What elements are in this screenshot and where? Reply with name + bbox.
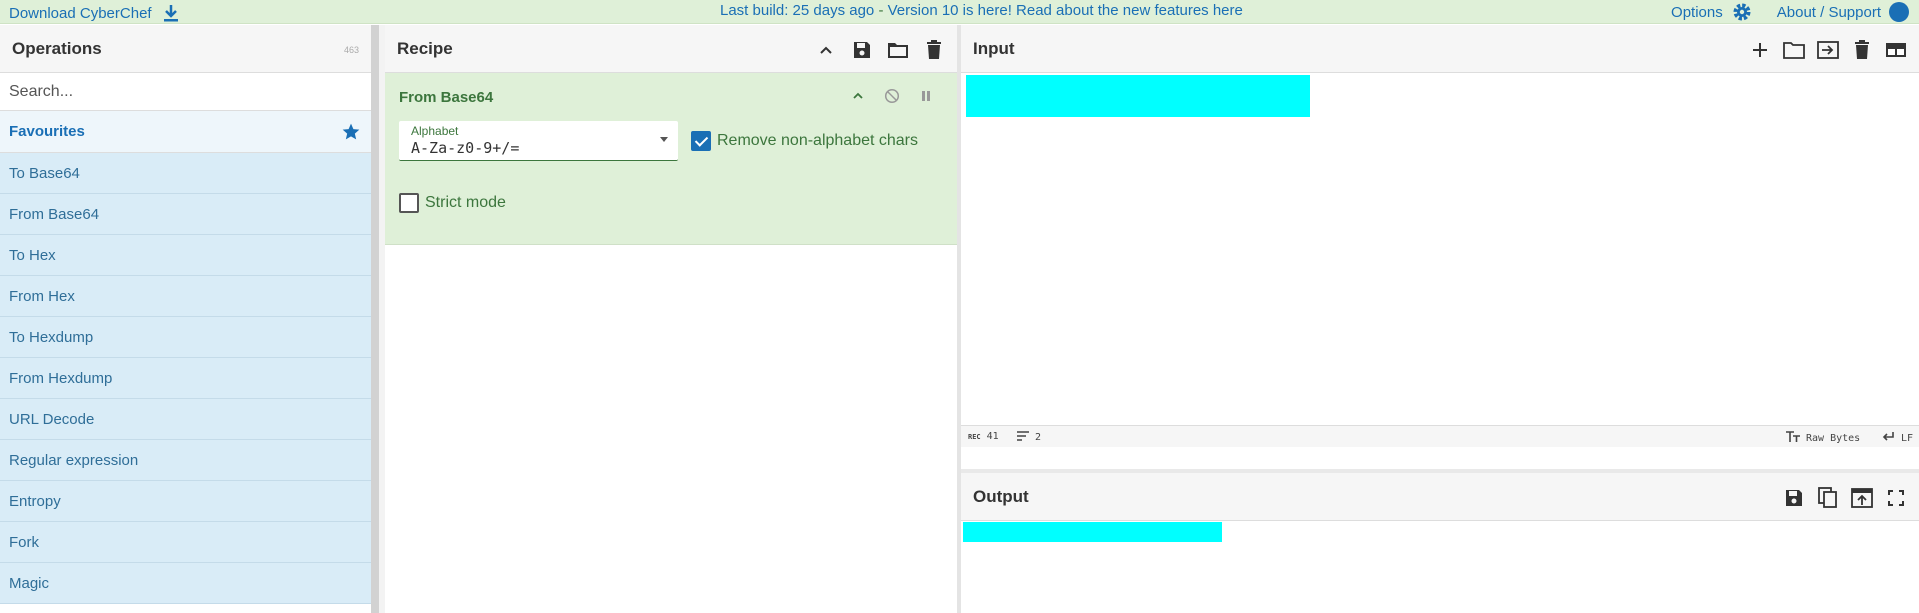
recipe-title: Recipe: [397, 38, 453, 58]
help-icon[interactable]: ?: [1889, 2, 1909, 22]
input-lines-stat: 2: [1017, 431, 1041, 444]
operations-list: To Base64 From Base64 To Hex From Hex To Hex…: [0, 153, 371, 604]
operation-item[interactable]: Magic: [0, 563, 371, 604]
input-toolbar: [1749, 39, 1907, 61]
build-separator: -: [874, 2, 888, 19]
operation-item[interactable]: From Base64: [0, 194, 371, 235]
lines-icon: [1017, 431, 1029, 444]
text-format-icon[interactable]: [1786, 431, 1800, 446]
input-pane: Input REC 41 2 Raw Bytes LF: [961, 25, 1919, 447]
ingredient-title: From Base64: [399, 89, 494, 106]
recipe-operation-from-base64: From Base64 Alphabet A-Za-z0-9+/= Remove…: [385, 73, 957, 245]
return-icon[interactable]: [1881, 431, 1895, 446]
encoding-value[interactable]: Raw Bytes: [1806, 433, 1860, 444]
alphabet-value: A-Za-z0-9+/=: [411, 139, 520, 157]
output-header: Output: [961, 473, 1919, 521]
encoding-selector[interactable]: Raw Bytes: [1786, 431, 1860, 446]
operations-header: Operations 463: [0, 25, 371, 73]
here-link[interactable]: here: [1213, 2, 1243, 19]
operations-resize-gutter[interactable]: [371, 25, 385, 613]
strict-mode-label: Strict mode: [425, 194, 506, 211]
top-banner: Download CyberChef Last build: 25 days a…: [0, 0, 1919, 24]
checkbox-checked-icon[interactable]: [691, 131, 711, 151]
favourites-label: Favourites: [9, 123, 85, 140]
chevron-up-icon[interactable]: [847, 85, 869, 107]
disable-icon[interactable]: [881, 85, 903, 107]
operation-item[interactable]: Entropy: [0, 481, 371, 522]
input-length-value: 41: [986, 431, 999, 442]
operation-item[interactable]: Regular expression: [0, 440, 371, 481]
output-pane: Output: [961, 473, 1919, 613]
input-lines-value: 2: [1035, 432, 1042, 443]
download-icon[interactable]: [160, 2, 182, 24]
input-text-highlight[interactable]: [966, 75, 1310, 117]
build-text: Last build: 25 days ago: [720, 2, 875, 19]
maximise-icon[interactable]: [1885, 487, 1907, 509]
search-box: [0, 73, 371, 111]
open-folder-icon[interactable]: [1783, 39, 1805, 61]
recipe-header: Recipe: [385, 25, 957, 73]
build-notice: Last build: 25 days ago - Version 10 is …: [720, 2, 1243, 19]
eol-selector[interactable]: LF: [1881, 431, 1913, 446]
options-label[interactable]: Options: [1671, 4, 1723, 21]
operation-item[interactable]: From Hexdump: [0, 358, 371, 399]
operations-count: 463: [343, 45, 359, 55]
clear-recipe-icon[interactable]: [923, 39, 945, 61]
download-link[interactable]: Download CyberChef: [9, 2, 182, 24]
open-file-icon[interactable]: [1817, 39, 1839, 61]
add-tab-icon[interactable]: [1749, 39, 1771, 61]
operations-title: Operations: [12, 38, 102, 58]
output-toolbar: [1783, 487, 1907, 509]
reset-layout-icon[interactable]: [1885, 39, 1907, 61]
alphabet-select[interactable]: Alphabet A-Za-z0-9+/=: [399, 121, 678, 161]
operation-item[interactable]: To Base64: [0, 153, 371, 194]
favourites-category[interactable]: Favourites: [0, 111, 371, 153]
output-text-highlight[interactable]: [963, 522, 1222, 542]
operation-item[interactable]: To Hex: [0, 235, 371, 276]
strict-mode-checkbox[interactable]: Strict mode: [399, 193, 506, 213]
replace-input-icon[interactable]: [1851, 487, 1873, 509]
version-text: Version 10 is here! Read about the new f…: [887, 2, 1213, 19]
eol-value[interactable]: LF: [1901, 433, 1913, 444]
rec-icon: REC: [968, 432, 981, 441]
operation-item[interactable]: To Hexdump: [0, 317, 371, 358]
ingredient-controls: [847, 85, 937, 107]
star-icon[interactable]: [340, 121, 362, 143]
save-output-icon[interactable]: [1783, 487, 1805, 509]
caret-down-icon[interactable]: [660, 137, 668, 142]
copy-icon[interactable]: [1817, 487, 1839, 509]
remove-non-alphabet-label: Remove non-alphabet chars: [717, 132, 919, 149]
operation-item[interactable]: Fork: [0, 522, 371, 563]
banner-right: Options About / Support ?: [1671, 1, 1909, 23]
load-recipe-icon[interactable]: [887, 39, 909, 61]
recipe-toolbar: [815, 39, 945, 61]
operations-pane: Operations 463 Favourites To Base64From …: [0, 25, 371, 613]
remove-non-alphabet-checkbox[interactable]: Remove non-alphabet chars: [691, 131, 918, 151]
input-status-bar: REC 41 2 Raw Bytes LF: [961, 425, 1919, 447]
chevron-up-icon[interactable]: [815, 39, 837, 61]
download-label[interactable]: Download CyberChef: [9, 5, 152, 22]
input-length-stat: REC 41: [968, 431, 999, 442]
search-input[interactable]: [9, 82, 362, 101]
pause-icon[interactable]: [915, 85, 937, 107]
clear-input-icon[interactable]: [1851, 39, 1873, 61]
about-label[interactable]: About / Support: [1777, 4, 1881, 21]
output-title: Output: [973, 486, 1029, 506]
alphabet-label: Alphabet: [411, 124, 459, 138]
gear-icon[interactable]: [1731, 1, 1753, 23]
save-recipe-icon[interactable]: [851, 39, 873, 61]
operation-item[interactable]: URL Decode: [0, 399, 371, 440]
input-title: Input: [973, 38, 1015, 58]
input-header: Input: [961, 25, 1919, 73]
checkbox-unchecked-icon[interactable]: [399, 193, 419, 213]
operation-item[interactable]: From Hex: [0, 276, 371, 317]
recipe-pane: Recipe From Base64 Alphabet A-Za-z0-9+/=…: [385, 25, 957, 613]
